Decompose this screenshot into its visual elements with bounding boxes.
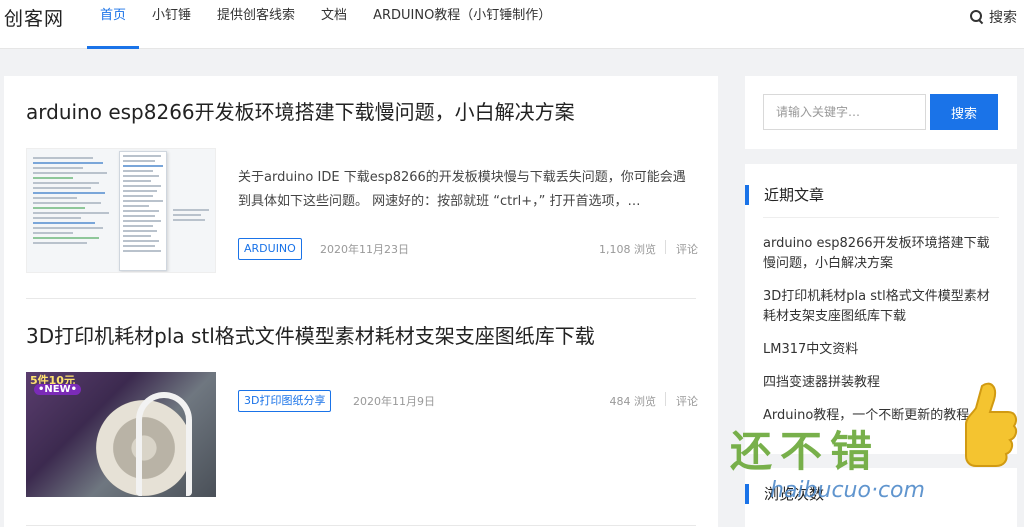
recent-post-link[interactable]: Arduino教程，一个不断更新的教程	[763, 406, 999, 426]
search-icon	[970, 10, 984, 24]
meta-divider	[665, 392, 666, 406]
post-views: 484 浏览	[609, 395, 657, 408]
post-title[interactable]: 3D打印机耗材pla stl格式文件模型素材耗材支架支座图纸库下载	[26, 322, 696, 350]
widget-title: 近期文章	[745, 185, 824, 205]
post-meta: ARDUINO 2020年11月23日 1,108 浏览 评论	[238, 238, 698, 260]
recent-post-link[interactable]: arduino esp8266开发板环境搭建下载慢问题，小白解决方案	[763, 234, 999, 274]
post-item: arduino esp8266开发板环境搭建下载慢问题，小白解决方案 关于ard…	[26, 98, 698, 298]
menu-screenshot-decoration	[119, 151, 167, 271]
nav-item-hammer[interactable]: 小钉锤	[139, 0, 204, 49]
recent-post-link[interactable]: LM317中文资料	[763, 340, 999, 360]
post-comments-link[interactable]: 评论	[676, 393, 698, 409]
sidebar-search-widget: 搜索	[745, 76, 1017, 149]
post-divider	[26, 298, 696, 299]
main-nav: 首页 小钉锤 提供创客线索 文档 ARDUINO教程（小钉锤制作）	[87, 0, 564, 49]
header-search-button[interactable]: 搜索	[970, 7, 1017, 27]
recent-post-link[interactable]: 3D打印机耗材pla stl格式文件模型素材耗材支架支座图纸库下载	[763, 287, 999, 327]
post-date: 2020年11月9日	[353, 395, 435, 408]
nav-item-submit-lead[interactable]: 提供创客线索	[204, 0, 308, 49]
post-thumbnail[interactable]	[26, 148, 216, 273]
nav-item-docs[interactable]: 文档	[308, 0, 360, 49]
view-count-widget: 浏览次数	[745, 468, 1017, 527]
search-input[interactable]	[763, 94, 926, 130]
spool-holder-image	[136, 392, 192, 496]
nav-item-arduino-tutorial[interactable]: ARDUINO教程（小钉锤制作）	[360, 0, 564, 49]
post-tag[interactable]: ARDUINO	[238, 238, 302, 260]
search-button[interactable]: 搜索	[930, 94, 998, 130]
meta-divider	[665, 240, 666, 254]
header-search-label: 搜索	[989, 10, 1017, 26]
post-date: 2020年11月23日	[320, 243, 409, 256]
post-meta: 3D打印图纸分享 2020年11月9日 484 浏览 评论	[238, 390, 698, 412]
post-list: arduino esp8266开发板环境搭建下载慢问题，小白解决方案 关于ard…	[4, 76, 718, 527]
code-screenshot-decoration	[173, 209, 213, 272]
post-views: 1,108 浏览	[599, 243, 656, 256]
post-title[interactable]: arduino esp8266开发板环境搭建下载慢问题，小白解决方案	[26, 98, 696, 126]
nav-item-home[interactable]: 首页	[87, 0, 140, 49]
thumbnail-new-badge: •NEW•	[34, 384, 82, 395]
site-header: 创客网 首页 小钉锤 提供创客线索 文档 ARDUINO教程（小钉锤制作） 搜索	[0, 0, 1024, 49]
post-comments-link[interactable]: 评论	[676, 241, 698, 257]
post-divider	[26, 525, 696, 526]
post-excerpt: 关于arduino IDE 下载esp8266的开发板模块慢与下载丢失问题，你可…	[238, 170, 686, 209]
code-screenshot-decoration	[33, 157, 113, 267]
recent-posts-widget: 近期文章 arduino esp8266开发板环境搭建下载慢问题，小白解决方案 …	[745, 164, 1017, 454]
recent-posts-list: arduino esp8266开发板环境搭建下载慢问题，小白解决方案 3D打印机…	[763, 234, 999, 439]
recent-post-link[interactable]: 四挡变速器拼装教程	[763, 373, 999, 393]
site-logo[interactable]: 创客网	[4, 4, 64, 31]
widget-divider	[763, 217, 999, 218]
post-thumbnail[interactable]: 5件10元 •NEW•	[26, 372, 216, 497]
widget-title: 浏览次数	[745, 484, 824, 504]
post-tag[interactable]: 3D打印图纸分享	[238, 390, 332, 412]
post-item: 3D打印机耗材pla stl格式文件模型素材耗材支架支座图纸库下载 5件10元 …	[26, 322, 698, 522]
